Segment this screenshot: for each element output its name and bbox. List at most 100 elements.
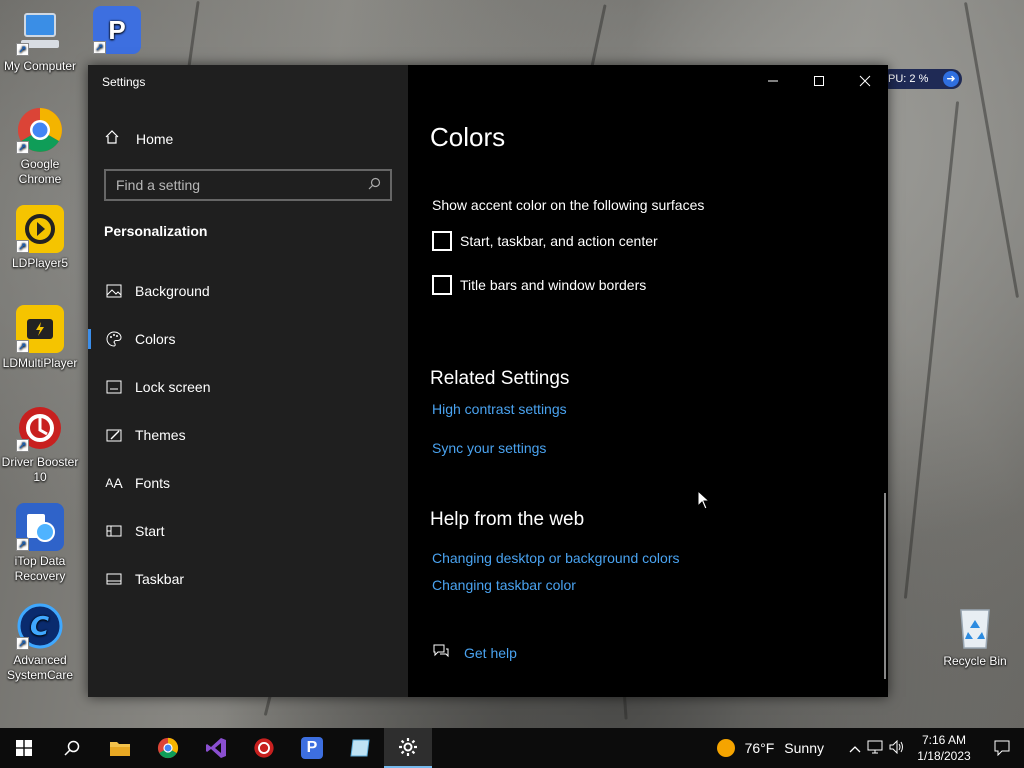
desktop-icon-label: Google Chrome	[18, 157, 62, 186]
help-web-title: Help from the web	[430, 509, 585, 530]
arrow-right-icon[interactable]: ➜	[943, 71, 959, 87]
taskbar-search-button[interactable]	[48, 728, 96, 768]
scrollbar[interactable]	[884, 493, 886, 679]
window-controls	[750, 65, 888, 97]
desktop-icon-chrome[interactable]: ↗ Google Chrome	[0, 106, 80, 187]
taskbar-chrome[interactable]	[144, 728, 192, 768]
minimize-button[interactable]	[750, 65, 796, 97]
start-button[interactable]	[0, 728, 48, 768]
desktop-icon-label: iTop Data Recovery	[14, 554, 66, 583]
taskbar-notes-app[interactable]	[336, 728, 384, 768]
related-settings-title: Related Settings	[430, 368, 570, 389]
sidebar-item-background[interactable]: Background	[88, 267, 408, 315]
settings-sidebar: Settings Home Personalization Background…	[88, 65, 408, 697]
computer-icon: ↗	[16, 8, 64, 56]
taskbar-settings[interactable]	[384, 728, 432, 768]
taskbar-visual-studio[interactable]	[192, 728, 240, 768]
settings-content: Colors Show accent color on the followin…	[408, 65, 888, 697]
themes-icon	[104, 428, 124, 442]
checkbox-label: Title bars and window borders	[460, 277, 647, 293]
get-help-link[interactable]: Get help	[432, 643, 517, 663]
window-title: Settings	[102, 75, 146, 89]
chat-help-icon	[432, 643, 452, 663]
sidebar-item-label: Fonts	[135, 475, 171, 491]
search-input[interactable]	[116, 177, 368, 193]
sidebar-item-label: Colors	[135, 331, 176, 347]
desktop-icon-my-computer[interactable]: ↗ My Computer	[0, 8, 80, 74]
checkbox-box[interactable]	[432, 231, 452, 251]
checkbox-title-bars[interactable]: Title bars and window borders	[432, 275, 646, 295]
cpu-usage-text: PU: 2 %	[888, 73, 929, 85]
checkbox-label: Start, taskbar, and action center	[460, 233, 658, 249]
sidebar-item-themes[interactable]: Themes	[88, 411, 408, 459]
sidebar-item-label: Lock screen	[135, 379, 211, 395]
sidebar-item-lock-screen[interactable]: Lock screen	[88, 363, 408, 411]
driver-booster-icon: ↗	[16, 404, 64, 452]
sidebar-item-start[interactable]: Start	[88, 507, 408, 555]
link-desktop-colors[interactable]: Changing desktop or background colors	[432, 550, 680, 566]
ldplayer-icon: ↗	[16, 205, 64, 253]
link-high-contrast[interactable]: High contrast settings	[432, 401, 567, 417]
data-recovery-icon: ↗	[16, 503, 64, 551]
desktop-icon-label: Recycle Bin	[943, 654, 1007, 668]
desktop-icon-ldmultiplayer[interactable]: ↗ LDMultiPlayer	[0, 305, 80, 371]
ldmultiplayer-icon: ↗	[16, 305, 64, 353]
weather-temp: 76°F	[744, 740, 775, 756]
system-tray: 76°F Sunny 7:16 AM 1/18/2023	[716, 728, 1024, 768]
personalization-nav: Background Colors Lock screen Themes AA …	[88, 267, 408, 603]
taskbar-file-explorer[interactable]	[96, 728, 144, 768]
fonts-icon: AA	[105, 475, 123, 491]
desktop-icon-ldplayer5[interactable]: ↗ LDPlayer5	[0, 205, 80, 271]
network-icon[interactable]	[864, 740, 886, 757]
sidebar-item-label: Taskbar	[135, 571, 185, 587]
taskbar-icon	[104, 573, 124, 585]
sidebar-item-colors[interactable]: Colors	[88, 315, 408, 363]
desktop-icon-driver-booster[interactable]: ↗ Driver Booster 10	[0, 404, 80, 485]
systemcare-icon: C ↗	[16, 602, 64, 650]
desktop-icon-label: LDMultiPlayer	[2, 356, 78, 370]
close-button[interactable]	[842, 65, 888, 97]
chrome-icon: ↗	[16, 106, 64, 154]
weather-widget[interactable]: 76°F Sunny	[716, 739, 824, 757]
checkbox-box[interactable]	[432, 275, 452, 295]
get-help-label: Get help	[464, 645, 517, 661]
desktop-icon-itop-pdf[interactable]: P ↗	[77, 6, 157, 57]
home-label: Home	[136, 130, 174, 147]
sidebar-item-label: Start	[135, 523, 165, 539]
sidebar-item-label: Background	[135, 283, 210, 299]
search-icon[interactable]	[368, 177, 390, 193]
settings-search-box[interactable]	[104, 169, 392, 201]
desktop-icon-advanced-systemcare[interactable]: C ↗ Advanced SystemCare	[0, 602, 80, 683]
link-taskbar-color[interactable]: Changing taskbar color	[432, 577, 576, 593]
sidebar-item-label: Themes	[135, 427, 186, 443]
svg-text:C: C	[30, 612, 49, 642]
section-title: Personalization	[104, 223, 208, 239]
home-nav-item[interactable]: Home	[104, 129, 173, 148]
taskbar: P 76°F Sunny 7:16 AM 1/18/2023	[0, 728, 1024, 768]
palette-icon	[104, 331, 124, 347]
lock-screen-icon	[104, 380, 124, 394]
start-icon	[104, 525, 124, 537]
desktop-icon-label: Driver Booster 10	[1, 455, 79, 484]
taskbar-clock[interactable]: 7:16 AM 1/18/2023	[908, 732, 980, 764]
sidebar-item-fonts[interactable]: AA Fonts	[88, 459, 408, 507]
page-title: Colors	[430, 122, 506, 152]
desktop-icon-recycle-bin[interactable]: Recycle Bin	[935, 603, 1015, 669]
desktop-icon-label: Advanced SystemCare	[6, 653, 74, 682]
settings-window: Settings Home Personalization Background…	[88, 65, 888, 697]
taskbar-driver-booster[interactable]	[240, 728, 288, 768]
sidebar-item-taskbar[interactable]: Taskbar	[88, 555, 408, 603]
maximize-button[interactable]	[796, 65, 842, 97]
volume-icon[interactable]	[886, 739, 908, 757]
desktop-icon-label: LDPlayer5	[11, 256, 69, 270]
desktop-icon-itop-data-recovery[interactable]: ↗ iTop Data Recovery	[0, 503, 80, 584]
recycle-bin-icon	[951, 603, 999, 651]
link-sync-settings[interactable]: Sync your settings	[432, 440, 546, 456]
notification-icon[interactable]	[980, 740, 1024, 756]
checkbox-start-taskbar[interactable]: Start, taskbar, and action center	[432, 231, 658, 251]
desktop-icon-label: My Computer	[3, 59, 77, 73]
pdf-app-icon: P ↗	[93, 6, 141, 54]
taskbar-itop-pdf[interactable]: P	[288, 728, 336, 768]
cpu-monitor-widget[interactable]: PU: 2 % ➜	[880, 69, 962, 89]
chevron-up-icon[interactable]	[846, 740, 864, 756]
